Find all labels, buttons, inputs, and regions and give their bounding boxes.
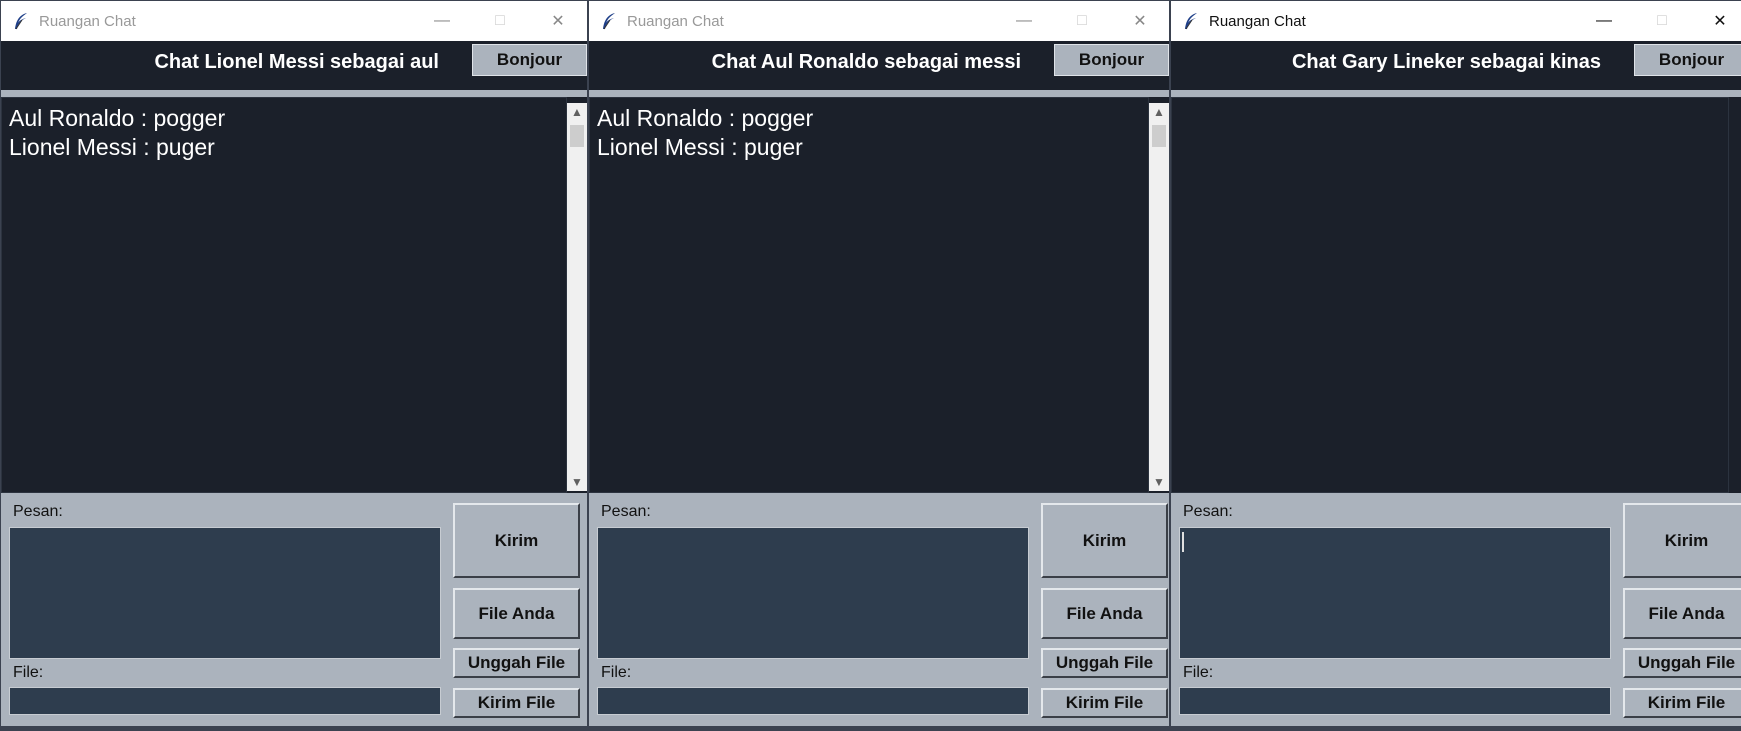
chevron-down-icon[interactable]: ▼ xyxy=(567,473,587,491)
feather-icon xyxy=(13,12,29,30)
chat-window-gary-lineker: Ruangan Chat — □ ✕ Chat Gary Lineker seb… xyxy=(1170,0,1741,731)
file-label: File: xyxy=(1183,664,1214,681)
scroll-thumb[interactable] xyxy=(1152,125,1166,147)
kirim-file-button[interactable]: Kirim File xyxy=(1041,688,1168,718)
chat-header: Chat Gary Lineker sebagai kinas Bonjour xyxy=(1171,41,1741,90)
pesan-input[interactable] xyxy=(597,527,1029,659)
bonjour-button[interactable]: Bonjour xyxy=(1054,44,1169,76)
file-anda-button[interactable]: File Anda xyxy=(453,588,580,639)
title-bar[interactable]: Ruangan Chat — □ ✕ xyxy=(1171,1,1741,41)
compose-panel: Pesan: File: Kirim File Anda Unggah File… xyxy=(1,493,587,730)
chat-header: Chat Aul Ronaldo sebagai messi Bonjour xyxy=(589,41,1169,90)
chat-message: Lionel Messi : puger xyxy=(597,134,803,160)
pesan-label: Pesan: xyxy=(1183,503,1233,520)
chat-scrollbar[interactable]: ▲ ▼ xyxy=(1149,103,1169,491)
chat-log[interactable]: Aul Ronaldo : pogger Lionel Messi : puge… xyxy=(1,97,567,493)
compose-panel: Pesan: File: Kirim File Anda Unggah File… xyxy=(589,493,1169,730)
chat-log[interactable]: Aul Ronaldo : pogger Lionel Messi : puge… xyxy=(589,97,1149,493)
chevron-up-icon[interactable]: ▲ xyxy=(1149,103,1169,121)
minimize-icon[interactable]: — xyxy=(1575,1,1633,41)
window-bottom-edge xyxy=(1171,726,1741,730)
feather-icon xyxy=(601,12,617,30)
divider xyxy=(1171,90,1741,97)
pesan-input[interactable] xyxy=(1179,527,1611,659)
chat-message: Lionel Messi : puger xyxy=(9,134,215,160)
kirim-file-button[interactable]: Kirim File xyxy=(453,688,580,718)
chat-window-aul-ronaldo: Ruangan Chat — □ ✕ Chat Aul Ronaldo seba… xyxy=(588,0,1170,731)
file-anda-button[interactable]: File Anda xyxy=(1623,588,1741,639)
minimize-icon[interactable]: — xyxy=(413,1,471,41)
chat-message: Aul Ronaldo : pogger xyxy=(597,105,814,131)
compose-panel: Pesan: File: Kirim File Anda Unggah File… xyxy=(1171,493,1741,730)
bonjour-button[interactable]: Bonjour xyxy=(472,44,587,76)
kirim-file-button[interactable]: Kirim File xyxy=(1623,688,1741,718)
unggah-file-button[interactable]: Unggah File xyxy=(1623,648,1741,678)
window-controls: — □ ✕ xyxy=(995,1,1169,41)
unggah-file-button[interactable]: Unggah File xyxy=(1041,648,1168,678)
feather-icon xyxy=(1183,12,1199,30)
chevron-down-icon[interactable]: ▼ xyxy=(1149,473,1169,491)
kirim-button[interactable]: Kirim xyxy=(1041,503,1168,578)
maximize-icon[interactable]: □ xyxy=(471,1,529,41)
file-anda-button[interactable]: File Anda xyxy=(1041,588,1168,639)
title-bar[interactable]: Ruangan Chat — □ ✕ xyxy=(589,1,1169,41)
kirim-button[interactable]: Kirim xyxy=(1623,503,1741,578)
chat-message: Aul Ronaldo : pogger xyxy=(9,105,226,131)
chat-header-title: Chat Gary Lineker sebagai kinas xyxy=(1291,51,1601,73)
file-input[interactable] xyxy=(1179,687,1611,715)
close-icon[interactable]: ✕ xyxy=(1111,1,1169,41)
close-icon[interactable]: ✕ xyxy=(1691,1,1741,41)
window-title: Ruangan Chat xyxy=(39,12,136,30)
file-label: File: xyxy=(13,664,44,681)
file-input[interactable] xyxy=(9,687,441,715)
chat-log[interactable] xyxy=(1171,97,1729,493)
close-icon[interactable]: ✕ xyxy=(529,1,587,41)
maximize-icon[interactable]: □ xyxy=(1633,1,1691,41)
bonjour-button[interactable]: Bonjour xyxy=(1634,44,1741,76)
divider xyxy=(1,90,587,97)
title-bar[interactable]: Ruangan Chat — □ ✕ xyxy=(1,1,587,41)
unggah-file-button[interactable]: Unggah File xyxy=(453,648,580,678)
window-controls: — □ ✕ xyxy=(1575,1,1741,41)
window-bottom-edge xyxy=(1,726,587,730)
window-bottom-edge xyxy=(589,726,1169,730)
chat-window-lionel-messi: Ruangan Chat — □ ✕ Chat Lionel Messi seb… xyxy=(0,0,588,731)
file-label: File: xyxy=(601,664,632,681)
window-controls: — □ ✕ xyxy=(413,1,587,41)
chat-header-title: Chat Aul Ronaldo sebagai messi xyxy=(711,51,1021,73)
pesan-label: Pesan: xyxy=(601,503,651,520)
window-title: Ruangan Chat xyxy=(627,12,724,30)
kirim-button[interactable]: Kirim xyxy=(453,503,580,578)
chat-scrollbar[interactable]: ▲ ▼ xyxy=(567,103,587,491)
pesan-input[interactable] xyxy=(9,527,441,659)
file-input[interactable] xyxy=(597,687,1029,715)
chat-header-title: Chat Lionel Messi sebagai aul xyxy=(154,51,439,73)
text-cursor xyxy=(1182,532,1184,552)
minimize-icon[interactable]: — xyxy=(995,1,1053,41)
desktop: Ruangan Chat — □ ✕ Chat Lionel Messi seb… xyxy=(0,0,1741,731)
scroll-thumb[interactable] xyxy=(570,125,584,147)
pesan-label: Pesan: xyxy=(13,503,63,520)
maximize-icon[interactable]: □ xyxy=(1053,1,1111,41)
divider xyxy=(589,90,1169,97)
chat-header: Chat Lionel Messi sebagai aul Bonjour xyxy=(1,41,587,90)
window-title: Ruangan Chat xyxy=(1209,12,1306,30)
chevron-up-icon[interactable]: ▲ xyxy=(567,103,587,121)
